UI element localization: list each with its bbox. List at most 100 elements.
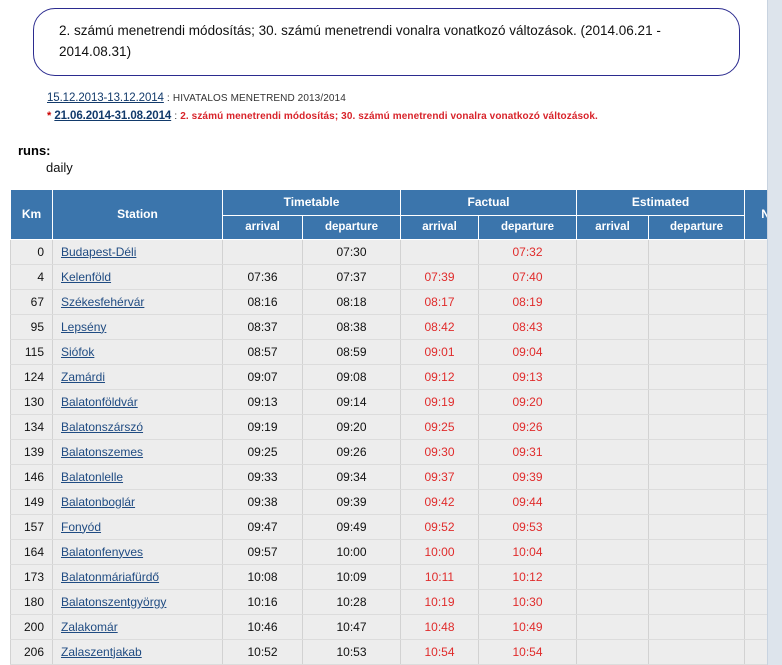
cell-note (744, 338, 768, 365)
cell-f_dep: 10:30 (477, 588, 578, 615)
timetable-table: Km Station Timetable Factual Estimated N… (10, 188, 768, 665)
cell-tt_dep: 09:08 (302, 363, 401, 390)
station-link[interactable]: Fonyód (61, 520, 101, 534)
station-link[interactable]: Zalaszentjakab (61, 645, 142, 659)
cell-note (744, 238, 768, 265)
cell-station: Fonyód (52, 513, 223, 540)
cell-tt_dep: 07:37 (302, 263, 401, 290)
cell-e_dep (648, 588, 746, 615)
cell-km: 200 (10, 613, 53, 640)
cell-f_dep: 10:04 (477, 538, 578, 565)
cell-e_dep (648, 288, 746, 315)
cell-f_arr: 10:54 (400, 638, 479, 665)
cell-tt_arr: 09:07 (222, 363, 303, 390)
station-link[interactable]: Zalakomár (61, 620, 118, 634)
validity-row: * 21.06.2014-31.08.2014 : 2. számú menet… (47, 108, 768, 125)
cell-station: Balatonlelle (52, 463, 223, 490)
cell-f_arr: 08:42 (400, 313, 479, 340)
cell-tt_arr: 09:38 (222, 488, 303, 515)
station-link[interactable]: Balatonszárszó (61, 420, 143, 434)
cell-km: 164 (10, 538, 53, 565)
cell-f_arr: 09:12 (400, 363, 479, 390)
cell-km: 134 (10, 413, 53, 440)
station-link[interactable]: Balatonboglár (61, 495, 135, 509)
cell-km: 115 (10, 338, 53, 365)
cell-tt_arr: 10:52 (222, 638, 303, 665)
table-row: 164 Balatonfenyves 09:57 10:00 10:00 10:04 (10, 538, 768, 565)
station-link[interactable]: Székesfehérvár (61, 295, 144, 309)
station-link[interactable]: Lepsény (61, 320, 106, 334)
cell-tt_dep: 10:47 (302, 613, 401, 640)
validity-date-link[interactable]: 21.06.2014-31.08.2014 (54, 110, 171, 122)
validity-description: HIVATALOS MENETREND 2013/2014 (172, 92, 346, 104)
station-link[interactable]: Siófok (61, 345, 94, 359)
cell-tt_arr: 08:37 (222, 313, 303, 340)
table-row: 115 Siófok 08:57 08:59 09:01 09:04 (10, 338, 768, 365)
cell-note (744, 563, 768, 590)
cell-tt_dep: 09:49 (302, 513, 401, 540)
validity-separator: : (174, 109, 178, 122)
cell-e_arr (576, 513, 650, 540)
validity-description: 2. számú menetrendi módosítás; 30. számú… (180, 110, 598, 122)
header-timetable: Timetable (222, 188, 401, 216)
cell-note (744, 463, 768, 490)
table-row: 180 Balatonszentgyörgy 10:16 10:28 10:19 10:3… (10, 588, 768, 615)
cell-tt_arr: 10:08 (222, 563, 303, 590)
cell-e_dep (648, 513, 746, 540)
header-station: Station (52, 188, 223, 240)
station-link[interactable]: Balatonfenyves (61, 545, 143, 559)
cell-e_dep (648, 363, 746, 390)
cell-f_dep: 09:31 (477, 438, 578, 465)
cell-station: Balatonföldvár (52, 388, 223, 415)
cell-note (744, 538, 768, 565)
cell-tt_dep: 08:18 (302, 288, 401, 315)
cell-f_dep: 07:32 (477, 238, 578, 265)
cell-note (744, 263, 768, 290)
cell-e_arr (576, 538, 650, 565)
station-link[interactable]: Balatonszentgyörgy (61, 595, 166, 609)
cell-km: 180 (10, 588, 53, 615)
cell-e_dep (648, 613, 746, 640)
table-row: 0 Budapest-Déli 07:30 07:32 (10, 238, 768, 265)
header-km: Km (10, 188, 53, 240)
header-note: Note (744, 188, 768, 240)
station-link[interactable]: Zamárdi (61, 370, 105, 384)
cell-note (744, 488, 768, 515)
cell-tt_dep: 07:30 (302, 238, 401, 265)
cell-f_arr: 09:42 (400, 488, 479, 515)
cell-station: Balatonmáriafürdő (52, 563, 223, 590)
cell-e_arr (576, 563, 650, 590)
cell-e_dep (648, 438, 746, 465)
cell-e_arr (576, 413, 650, 440)
cell-f_arr: 10:48 (400, 613, 479, 640)
cell-e_arr (576, 338, 650, 365)
validity-row: 15.12.2013-13.12.2014 : HIVATALOS MENETR… (47, 90, 768, 107)
table-row: 149 Balatonboglár 09:38 09:39 09:42 09:44 (10, 488, 768, 515)
cell-tt_dep: 10:28 (302, 588, 401, 615)
validity-date-link[interactable]: 15.12.2013-13.12.2014 (47, 92, 164, 104)
cell-f_dep: 09:26 (477, 413, 578, 440)
cell-e_dep (648, 263, 746, 290)
runs-value: daily (46, 159, 73, 175)
cell-station: Zalaszentjakab (52, 638, 223, 665)
page-gutter (767, 0, 782, 665)
cell-e_arr (576, 438, 650, 465)
cell-e_arr (576, 238, 650, 265)
page-content: 2. számú menetrendi módosítás; 30. számú… (0, 0, 768, 665)
cell-note (744, 588, 768, 615)
cell-tt_arr: 08:16 (222, 288, 303, 315)
cell-tt_arr: 09:13 (222, 388, 303, 415)
cell-f_dep: 09:13 (477, 363, 578, 390)
cell-f_dep: 08:19 (477, 288, 578, 315)
cell-f_arr: 08:17 (400, 288, 479, 315)
table-row: 130 Balatonföldvár 09:13 09:14 09:19 09:20 (10, 388, 768, 415)
cell-e_arr (576, 313, 650, 340)
station-link[interactable]: Balatonlelle (61, 470, 123, 484)
station-link[interactable]: Kelenföld (61, 270, 111, 284)
station-link[interactable]: Balatonmáriafürdő (61, 570, 159, 584)
cell-note (744, 513, 768, 540)
station-link[interactable]: Balatonföldvár (61, 395, 138, 409)
cell-f_arr: 09:01 (400, 338, 479, 365)
station-link[interactable]: Budapest-Déli (61, 245, 136, 259)
station-link[interactable]: Balatonszemes (61, 445, 143, 459)
